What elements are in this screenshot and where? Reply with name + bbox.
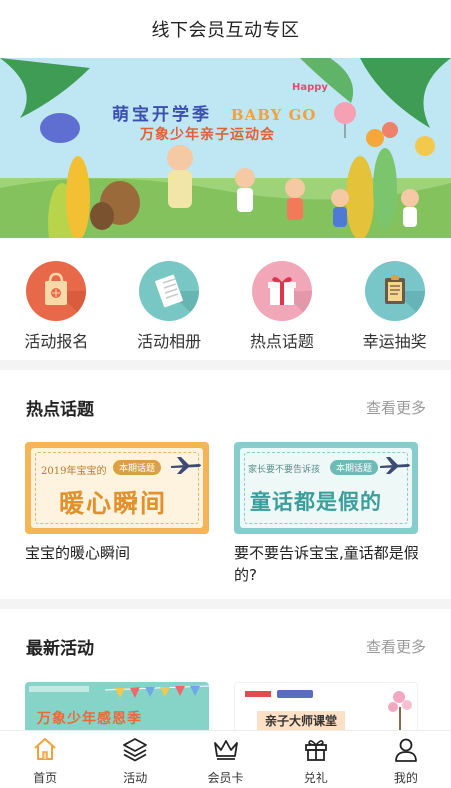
tab-label: 会员卡 bbox=[207, 771, 244, 785]
newspaper-icon bbox=[139, 261, 200, 321]
banner-title-main: 萌宝开学季 bbox=[112, 105, 212, 125]
page-header: 线下会员互动专区 bbox=[0, 0, 451, 58]
topic-image-text: 暖心瞬间 bbox=[59, 489, 168, 518]
latest-activities-header: 最新活动 查看更多 bbox=[0, 626, 451, 666]
crown-icon bbox=[213, 740, 238, 760]
logo-mark bbox=[277, 690, 313, 698]
topic-tag: 本期话题 bbox=[113, 460, 162, 475]
view-more-link[interactable]: 查看更多 bbox=[366, 397, 426, 418]
tab-member-card[interactable]: 会员卡 bbox=[180, 731, 270, 788]
page-title: 线下会员互动专区 bbox=[151, 20, 300, 41]
hot-topics-header: 热点话题 查看更多 bbox=[0, 387, 451, 427]
section-divider bbox=[0, 360, 451, 370]
activity-image-text: 亲子大师课堂 bbox=[257, 711, 346, 730]
quick-action-album[interactable]: 活动相册 bbox=[113, 238, 226, 360]
quick-action-label: 幸运抽奖 bbox=[362, 332, 427, 351]
gift-icon bbox=[251, 261, 312, 321]
logo-mark bbox=[245, 691, 271, 697]
quick-action-label: 活动相册 bbox=[137, 332, 202, 351]
topic-card[interactable]: 家长要不要告诉孩 本期话题 童话都是假的 要不要告诉宝宝,童话都是假的? bbox=[234, 442, 419, 586]
tab-profile[interactable]: 我的 bbox=[361, 731, 451, 788]
banner-badge: Happy bbox=[292, 82, 328, 93]
gift-icon bbox=[304, 740, 327, 761]
banner-title: 萌宝开学季 BABY GO bbox=[112, 100, 316, 125]
shopping-bag-icon bbox=[26, 261, 87, 321]
topic-image-header: 2019年宝宝的 bbox=[41, 466, 107, 477]
topic-caption: 宝宝的暖心瞬间 bbox=[25, 544, 131, 562]
section-title: 热点话题 bbox=[26, 399, 94, 420]
banner-illustration bbox=[0, 58, 451, 238]
section-divider bbox=[0, 599, 451, 609]
banner-subtitle: 万象少年亲子运动会 bbox=[140, 127, 275, 143]
topic-image-text: 童话都是假的 bbox=[250, 489, 382, 514]
bottom-tab-bar: 首页 活动 会员卡 兑礼 我的 bbox=[0, 730, 451, 788]
quick-action-topics[interactable]: 热点话题 bbox=[226, 238, 339, 360]
quick-actions: 活动报名 活动相册 热点话题 幸运抽奖 bbox=[0, 238, 451, 360]
user-icon bbox=[395, 738, 417, 762]
topic-image: 2019年宝宝的 本期话题 暖心瞬间 bbox=[25, 442, 209, 534]
clipboard-icon bbox=[364, 261, 425, 321]
topic-image: 家长要不要告诉孩 本期话题 童话都是假的 bbox=[234, 442, 418, 534]
tab-label: 活动 bbox=[123, 771, 148, 785]
tab-activities[interactable]: 活动 bbox=[90, 731, 180, 788]
quick-action-signup[interactable]: 活动报名 bbox=[0, 238, 113, 360]
quick-action-lottery[interactable]: 幸运抽奖 bbox=[338, 238, 451, 360]
tab-label: 首页 bbox=[33, 771, 58, 785]
blossom-icon bbox=[388, 691, 412, 731]
tab-home[interactable]: 首页 bbox=[0, 731, 90, 788]
view-more-link[interactable]: 查看更多 bbox=[366, 636, 426, 657]
activity-card[interactable]: 亲子大师课堂 bbox=[234, 682, 418, 732]
tab-redeem[interactable]: 兑礼 bbox=[271, 731, 361, 788]
activity-image-text: 万象少年感恩季 bbox=[37, 711, 142, 727]
promo-banner[interactable]: 萌宝开学季 BABY GO 万象少年亲子运动会 Happy bbox=[0, 58, 451, 238]
quick-action-label: 活动报名 bbox=[24, 332, 89, 351]
section-title: 最新活动 bbox=[26, 638, 94, 659]
layers-icon bbox=[123, 738, 148, 762]
banner-title-en: BABY GO bbox=[230, 106, 317, 124]
topic-card[interactable]: 2019年宝宝的 本期话题 暖心瞬间 宝宝的暖心瞬间 bbox=[25, 442, 209, 564]
activity-card[interactable]: 万象少年感恩季 bbox=[25, 682, 209, 732]
home-icon bbox=[34, 738, 56, 760]
tab-label: 我的 bbox=[393, 771, 418, 785]
airplane-icon bbox=[171, 457, 201, 474]
airplane-icon bbox=[380, 457, 410, 474]
topic-tag: 本期话题 bbox=[330, 460, 379, 475]
tab-label: 兑礼 bbox=[303, 771, 328, 785]
topic-caption: 要不要告诉宝宝,童话都是假的? bbox=[234, 544, 419, 584]
topic-image-header: 家长要不要告诉孩 bbox=[248, 465, 321, 475]
quick-action-label: 热点话题 bbox=[249, 332, 314, 351]
